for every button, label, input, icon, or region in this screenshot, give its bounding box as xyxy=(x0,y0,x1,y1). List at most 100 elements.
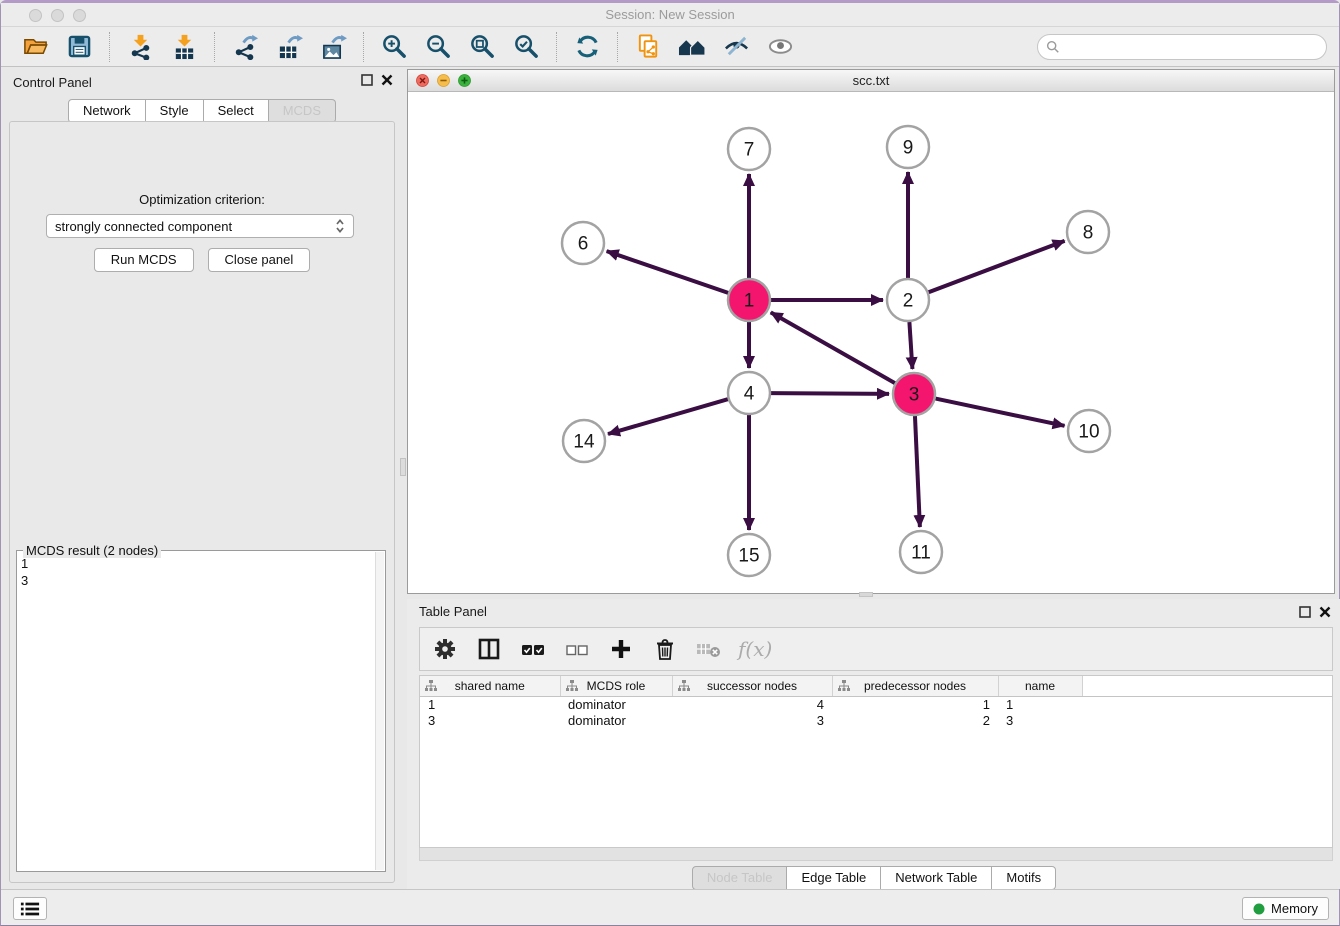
chevron-up-down-icon xyxy=(335,218,345,234)
app-title: Session: New Session xyxy=(1,7,1339,22)
save-session-button[interactable] xyxy=(64,32,94,62)
panel-splitter-handle[interactable] xyxy=(400,458,406,476)
graph-node-15[interactable]: 15 xyxy=(728,534,770,576)
zoom-fit-button[interactable] xyxy=(467,32,497,62)
float-panel-icon[interactable] xyxy=(361,74,373,86)
export-network-button[interactable] xyxy=(230,32,260,62)
tab-network[interactable]: Network xyxy=(68,99,146,123)
graph-node-9[interactable]: 9 xyxy=(887,126,929,168)
tab-network-table[interactable]: Network Table xyxy=(881,866,992,890)
graph-edge-3-11[interactable] xyxy=(915,416,920,527)
close-panel-icon[interactable] xyxy=(381,74,393,86)
function-builder-button[interactable]: f(x) xyxy=(738,634,772,664)
tab-edge-table[interactable]: Edge Table xyxy=(787,866,881,890)
graph-edge-2-3[interactable] xyxy=(909,322,912,369)
network-canvas[interactable]: 1 2 3 4 6 7 8 9 10 11 14 15 xyxy=(408,92,1334,593)
view-splitter-handle[interactable] xyxy=(859,592,873,597)
graph-node-4[interactable]: 4 xyxy=(728,372,770,414)
graph-edge-2-8[interactable] xyxy=(929,241,1065,292)
cell-name[interactable]: 1 xyxy=(998,696,1082,712)
cell-predecessor-nodes[interactable]: 2 xyxy=(832,712,998,728)
columns-icon xyxy=(477,637,501,661)
app-titlebar: Session: New Session xyxy=(1,3,1339,27)
select-all-button[interactable] xyxy=(518,634,548,664)
org-chart-icon xyxy=(678,680,690,692)
graph-node-14[interactable]: 14 xyxy=(563,420,605,462)
graph-node-10[interactable]: 10 xyxy=(1068,410,1110,452)
table-row[interactable]: 3 dominator 3 2 3 xyxy=(420,712,1332,728)
tab-mcds[interactable]: MCDS xyxy=(269,99,336,123)
graph-node-8[interactable]: 8 xyxy=(1067,211,1109,253)
delete-table-button[interactable] xyxy=(694,634,724,664)
delete-row-button[interactable] xyxy=(650,634,680,664)
memory-button[interactable]: Memory xyxy=(1242,897,1329,920)
refresh-button[interactable] xyxy=(572,32,602,62)
zoom-out-button[interactable] xyxy=(423,32,453,62)
home-view-button[interactable] xyxy=(677,32,707,62)
graph-edge-4-14[interactable] xyxy=(608,399,728,434)
cell-shared-name[interactable]: 3 xyxy=(420,712,560,728)
tab-select[interactable]: Select xyxy=(204,99,269,123)
column-header-mcds-role[interactable]: MCDS role xyxy=(560,676,672,696)
close-panel-button[interactable]: Close panel xyxy=(208,248,311,272)
search-field[interactable] xyxy=(1037,34,1327,60)
graph-edge-1-6[interactable] xyxy=(607,251,729,293)
graph-node-2[interactable]: 2 xyxy=(887,279,929,321)
node-table: shared name MCDS role successor nodes xyxy=(419,675,1333,848)
run-mcds-button[interactable]: Run MCDS xyxy=(94,248,194,272)
toolbar-separator xyxy=(214,32,215,62)
task-history-button[interactable] xyxy=(13,897,47,920)
export-table-button[interactable] xyxy=(274,32,304,62)
mcds-result-box: MCDS result (2 nodes) 1 3 xyxy=(16,550,386,872)
tab-style[interactable]: Style xyxy=(146,99,204,123)
column-header-shared-name[interactable]: shared name xyxy=(420,676,560,696)
graph-node-11[interactable]: 11 xyxy=(900,531,942,573)
import-network-button[interactable] xyxy=(125,32,155,62)
column-header-name[interactable]: name xyxy=(998,676,1082,696)
table-row[interactable]: 1 dominator 4 1 1 xyxy=(420,696,1332,712)
save-floppy-icon xyxy=(66,33,93,60)
import-table-button[interactable] xyxy=(169,32,199,62)
graph-node-6[interactable]: 6 xyxy=(562,222,604,264)
graph-node-3[interactable]: 3 xyxy=(893,373,935,415)
network-window-titlebar[interactable]: scc.txt xyxy=(408,70,1334,92)
network-graph[interactable]: 1 2 3 4 6 7 8 9 10 11 14 15 xyxy=(408,92,1332,593)
cell-name[interactable]: 3 xyxy=(998,712,1082,728)
control-panel-title: Control Panel xyxy=(13,75,92,90)
cell-shared-name[interactable]: 1 xyxy=(420,696,560,712)
open-session-button[interactable] xyxy=(20,32,50,62)
graph-node-7[interactable]: 7 xyxy=(728,128,770,170)
table-scroll-area xyxy=(419,848,1333,861)
graph-node-1[interactable]: 1 xyxy=(728,279,770,321)
graph-edge-3-1[interactable] xyxy=(771,312,895,383)
criterion-select[interactable]: strongly connected component xyxy=(46,214,354,238)
cell-successor-nodes[interactable]: 4 xyxy=(672,696,832,712)
export-image-button[interactable] xyxy=(318,32,348,62)
show-all-button[interactable] xyxy=(765,32,795,62)
graph-edge-3-10[interactable] xyxy=(936,399,1065,426)
show-columns-button[interactable] xyxy=(474,634,504,664)
close-table-panel-icon[interactable] xyxy=(1319,606,1331,618)
memory-label: Memory xyxy=(1271,901,1318,916)
graph-edge-4-3[interactable] xyxy=(771,393,889,394)
zoom-selected-button[interactable] xyxy=(511,32,541,62)
hide-selected-button[interactable] xyxy=(721,32,751,62)
deselect-all-button[interactable] xyxy=(562,634,592,664)
table-settings-button[interactable] xyxy=(430,634,460,664)
result-scrollbar[interactable] xyxy=(375,552,384,870)
cell-predecessor-nodes[interactable]: 1 xyxy=(832,696,998,712)
tab-motifs[interactable]: Motifs xyxy=(992,866,1056,890)
duplicate-network-button[interactable] xyxy=(633,32,663,62)
column-header-predecessor-nodes[interactable]: predecessor nodes xyxy=(832,676,998,696)
tab-node-table[interactable]: Node Table xyxy=(692,866,788,890)
cell-mcds-role[interactable]: dominator xyxy=(560,712,672,728)
search-input[interactable] xyxy=(1065,40,1326,55)
cell-successor-nodes[interactable]: 3 xyxy=(672,712,832,728)
column-header-successor-nodes[interactable]: successor nodes xyxy=(672,676,832,696)
float-table-panel-icon[interactable] xyxy=(1299,606,1311,618)
add-row-button[interactable] xyxy=(606,634,636,664)
cell-mcds-role[interactable]: dominator xyxy=(560,696,672,712)
zoom-in-button[interactable] xyxy=(379,32,409,62)
graph-node-label: 3 xyxy=(909,385,920,406)
mcds-result-text[interactable]: 1 3 xyxy=(21,555,373,869)
